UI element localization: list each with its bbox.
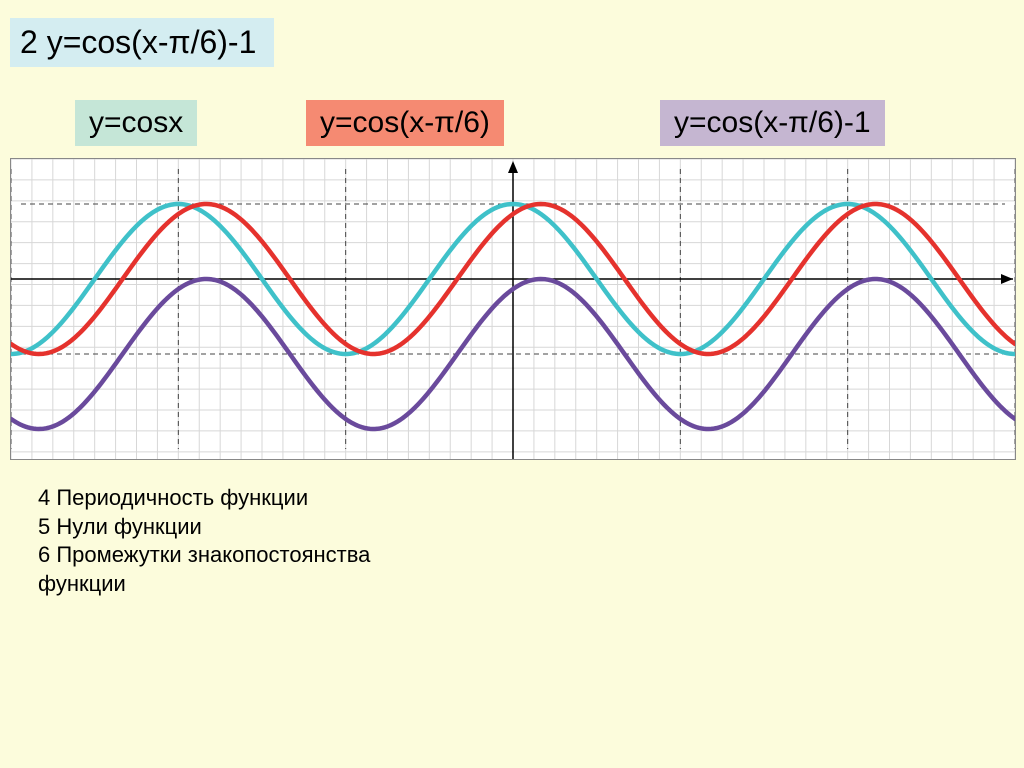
note-line: 6 Промежутки знакопостоянства	[38, 541, 370, 570]
legend-cos-shift-offset: y=cos(x-π/6)-1	[660, 100, 885, 146]
note-line: 4 Периодичность функции	[38, 484, 370, 513]
chart-area	[10, 158, 1016, 460]
note-line: 5 Нули функции	[38, 513, 370, 542]
chart-svg	[11, 159, 1015, 459]
legend-cos-shift: y=cos(x-π/6)	[306, 100, 504, 146]
notes-block: 4 Периодичность функции 5 Нули функции 6…	[38, 484, 370, 598]
note-line: функции	[38, 570, 370, 599]
legend-cosx: y=cosx	[75, 100, 197, 146]
problem-title: 2 y=cos(x-π/6)-1	[10, 18, 274, 67]
